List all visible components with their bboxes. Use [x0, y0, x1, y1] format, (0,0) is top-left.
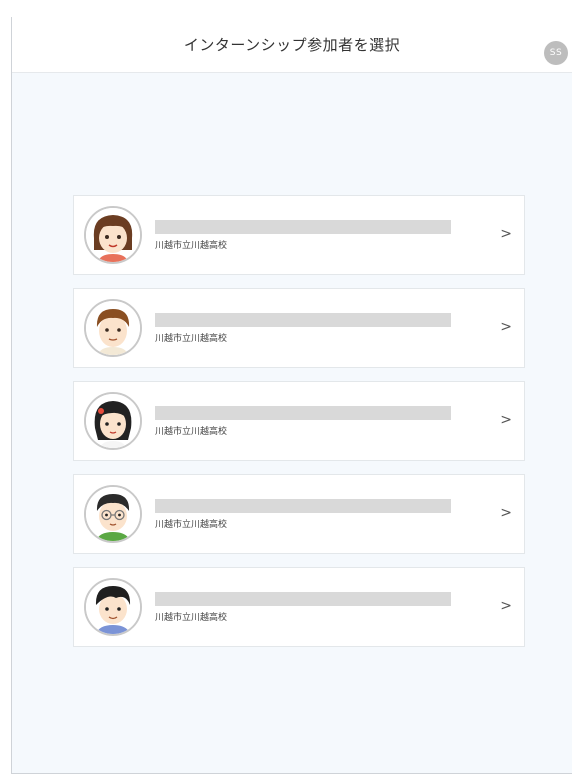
chevron-right-icon: >	[500, 598, 512, 614]
school-label: 川越市立川越高校	[155, 241, 228, 251]
participant-list: 川越市立川越高校 > 川越市立川越高校 > 川越市立川越高校 > 川越市立川越高…	[73, 195, 525, 660]
redacted-name	[155, 220, 451, 234]
user-avatar-badge[interactable]: SS	[544, 41, 568, 65]
school-label: 川越市立川越高校	[155, 334, 228, 344]
participant-card[interactable]: 川越市立川越高校 >	[73, 474, 525, 554]
redacted-name	[155, 499, 451, 513]
school-label: 川越市立川越高校	[155, 520, 228, 530]
participant-card[interactable]: 川越市立川越高校 >	[73, 288, 525, 368]
chevron-right-icon: >	[500, 319, 512, 335]
participant-card[interactable]: 川越市立川越高校 >	[73, 567, 525, 647]
girl-brown-hair-avatar-icon	[84, 206, 142, 264]
chevron-right-icon: >	[500, 226, 512, 242]
participant-card[interactable]: 川越市立川越高校 >	[73, 381, 525, 461]
app-window: インターンシップ参加者を選択 SS 川越市立川越高校 > 川越市立川越高校 > …	[11, 17, 572, 774]
page-title: インターンシップ参加者を選択	[183, 36, 401, 54]
school-label: 川越市立川越高校	[155, 427, 228, 437]
girl-black-hair-hairclip-avatar-icon	[84, 392, 142, 450]
header-bar: インターンシップ参加者を選択 SS	[12, 17, 572, 73]
redacted-name	[155, 313, 451, 327]
chevron-right-icon: >	[500, 412, 512, 428]
boy-black-hair-blue-shirt-avatar-icon	[84, 578, 142, 636]
redacted-name	[155, 406, 451, 420]
school-label: 川越市立川越高校	[155, 613, 228, 623]
participant-card[interactable]: 川越市立川越高校 >	[73, 195, 525, 275]
chevron-right-icon: >	[500, 505, 512, 521]
boy-glasses-green-shirt-avatar-icon	[84, 485, 142, 543]
boy-brown-hair-avatar-icon	[84, 299, 142, 357]
redacted-name	[155, 592, 451, 606]
